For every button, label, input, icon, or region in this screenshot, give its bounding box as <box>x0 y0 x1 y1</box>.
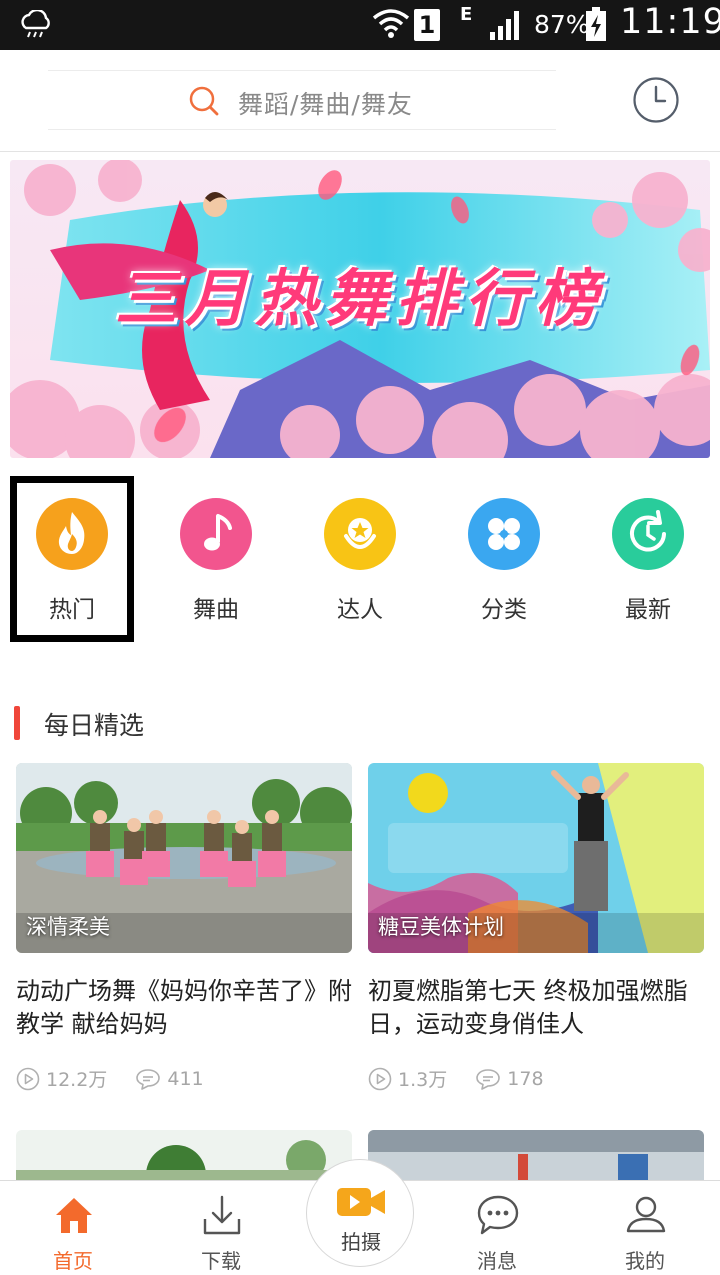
video-title[interactable]: 初夏燃脂第七天 终极加强燃脂日，运动变身俏佳人 <box>368 975 708 1041</box>
sim-slot-indicator: 1 <box>414 9 440 41</box>
nav-profile[interactable]: 我的 <box>590 1181 700 1275</box>
thumbnail-image <box>16 1130 352 1180</box>
status-bar: 1 E 87% 11:19 <box>0 0 720 50</box>
comment-count-icon <box>136 1068 161 1090</box>
category-label: 分类 <box>481 597 527 623</box>
thumbnail-image <box>368 1130 704 1180</box>
top-bar: 舞蹈/舞曲/舞友 <box>0 50 720 152</box>
category-label: 热门 <box>49 597 95 623</box>
chat-bubble-icon <box>477 1195 519 1235</box>
nav-download[interactable]: 下载 <box>166 1181 276 1275</box>
category-icon-bg <box>180 498 252 570</box>
search-icon <box>189 86 219 116</box>
video-stats: 1.3万 178 <box>368 1065 566 1093</box>
video-thumbnail[interactable]: 糖豆美体计划 <box>368 763 704 953</box>
category-label: 舞曲 <box>193 597 239 623</box>
status-time: 11:19 <box>620 2 720 42</box>
signal-strength-icon <box>490 11 519 40</box>
nav-label: 我的 <box>625 1249 665 1273</box>
promo-banner[interactable]: 三月热舞排行榜 <box>10 160 710 458</box>
category-hot[interactable]: 热门 <box>10 476 134 642</box>
category-music[interactable]: 舞曲 <box>154 476 278 642</box>
category-icon-bg <box>612 498 684 570</box>
history-clock-icon[interactable] <box>632 76 680 124</box>
wifi-icon <box>372 9 410 38</box>
cloud-rain-icon <box>21 10 50 38</box>
flame-icon <box>58 512 85 554</box>
nav-label: 拍摄 <box>341 1230 381 1254</box>
bottom-nav: 首页 下载 拍摄 消息 我的 <box>0 1159 720 1275</box>
category-icon-bg <box>36 498 108 570</box>
shoot-button[interactable]: 拍摄 <box>306 1159 414 1267</box>
video-tag: 深情柔美 <box>26 915 110 939</box>
category-icon-bg <box>324 498 396 570</box>
video-thumbnail[interactable] <box>368 1130 704 1180</box>
section-accent-bar <box>14 706 20 740</box>
category-latest[interactable]: 最新 <box>586 476 710 642</box>
battery-charging-icon <box>586 7 606 41</box>
play-count: 12.2万 <box>46 1069 108 1091</box>
category-icon-bg <box>468 498 540 570</box>
clover-grid-icon <box>488 518 520 550</box>
comment-count-icon <box>476 1068 501 1090</box>
star-badge-icon <box>344 518 376 549</box>
network-type: E <box>460 4 473 25</box>
banner-title: 三月热舞排行榜 <box>114 262 605 335</box>
play-count: 1.3万 <box>398 1069 448 1091</box>
search-placeholder: 舞蹈/舞曲/舞友 <box>238 90 413 119</box>
download-icon <box>203 1195 241 1235</box>
nav-label: 消息 <box>477 1249 517 1273</box>
play-count-icon <box>368 1067 392 1090</box>
category-row: 热门 舞曲 达人 分类 最新 <box>0 476 720 646</box>
category-label: 达人 <box>337 597 383 623</box>
video-camera-icon <box>337 1188 385 1216</box>
nav-messages[interactable]: 消息 <box>442 1181 552 1275</box>
home-icon <box>56 1198 92 1233</box>
video-stats: 12.2万 411 <box>16 1065 226 1093</box>
battery-percent: 87% <box>534 10 590 39</box>
play-count-icon <box>16 1067 40 1090</box>
music-note-icon <box>204 514 232 551</box>
user-profile-icon <box>626 1196 666 1233</box>
video-tag: 糖豆美体计划 <box>378 915 504 939</box>
video-thumbnail[interactable]: 深情柔美 <box>16 763 352 953</box>
category-classify[interactable]: 分类 <box>442 476 566 642</box>
category-label: 最新 <box>625 597 671 623</box>
nav-label: 首页 <box>53 1249 93 1273</box>
video-thumbnail[interactable] <box>16 1130 352 1180</box>
section-title: 每日精选 <box>44 711 145 740</box>
comment-count: 411 <box>167 1067 204 1090</box>
category-experts[interactable]: 达人 <box>298 476 422 642</box>
search-input[interactable]: 舞蹈/舞曲/舞友 <box>48 70 556 130</box>
nav-label: 下载 <box>201 1249 241 1273</box>
video-title[interactable]: 动动广场舞《妈妈你辛苦了》附教学 献给妈妈 <box>16 975 356 1041</box>
nav-home[interactable]: 首页 <box>18 1181 128 1275</box>
comment-count: 178 <box>507 1067 544 1090</box>
refresh-clock-icon <box>630 510 666 552</box>
